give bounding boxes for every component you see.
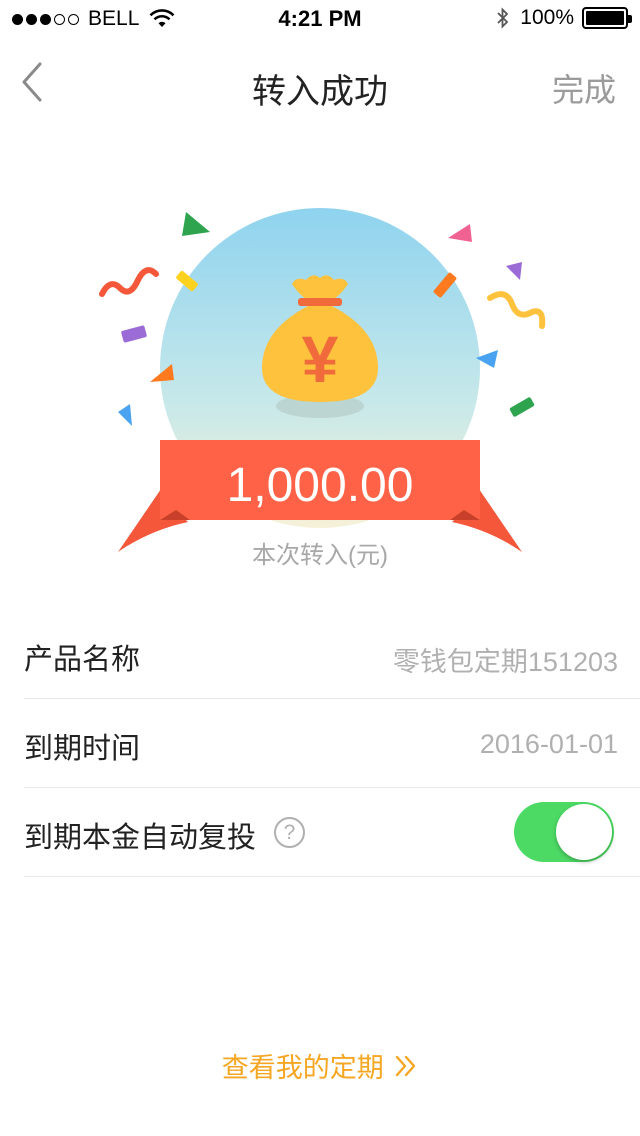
help-icon[interactable]: ? bbox=[274, 817, 305, 848]
product-name-label: 产品名称 bbox=[24, 644, 141, 676]
status-right: 100% bbox=[496, 6, 632, 30]
maturity-date-value: 2016-01-01 bbox=[479, 729, 618, 759]
view-my-fixed-term-label: 查看我的定期 bbox=[221, 1053, 384, 1083]
done-button[interactable]: 完成 bbox=[552, 65, 616, 111]
bluetooth-icon bbox=[497, 7, 509, 29]
success-hero: ¥ 1,000.00 本次转入(元) bbox=[0, 180, 640, 600]
toggle-knob bbox=[556, 804, 612, 860]
battery-icon bbox=[582, 7, 632, 29]
view-my-fixed-term-link[interactable]: 查看我的定期 bbox=[0, 1046, 640, 1085]
transfer-amount-label: 本次转入(元) bbox=[252, 542, 388, 569]
battery-fill bbox=[586, 11, 624, 25]
yen-symbol: ¥ bbox=[302, 322, 339, 396]
maturity-date-label: 到期时间 bbox=[24, 733, 141, 765]
auto-reinvest-toggle[interactable] bbox=[514, 802, 614, 862]
transfer-amount: 1,000.00 bbox=[226, 459, 414, 512]
double-chevron-right-icon bbox=[396, 1055, 416, 1076]
battery-percent: 100% bbox=[520, 6, 574, 29]
page-title: 转入成功 bbox=[252, 73, 388, 111]
product-name-value: 零钱包定期151203 bbox=[392, 647, 618, 677]
status-bar: BELL 4:21 PM 100% bbox=[0, 0, 640, 40]
auto-reinvest-label: 到期本金自动复投 bbox=[24, 822, 257, 854]
nav-bar: 转入成功 完成 bbox=[0, 40, 640, 128]
product-name-row: 产品名称 零钱包定期151203 bbox=[24, 610, 640, 699]
detail-list: 产品名称 零钱包定期151203 到期时间 2016-01-01 到期本金自动复… bbox=[24, 610, 640, 877]
maturity-date-row: 到期时间 2016-01-01 bbox=[24, 699, 640, 788]
auto-reinvest-row: 到期本金自动复投 ? bbox=[24, 788, 640, 877]
